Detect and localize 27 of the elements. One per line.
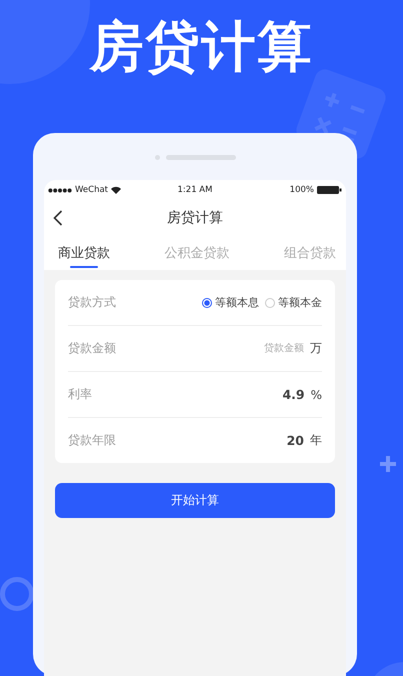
field-label: 贷款方式	[68, 294, 116, 311]
field-label: 利率	[68, 386, 92, 403]
unit-label: 万	[310, 340, 322, 357]
tab-underline	[70, 266, 98, 268]
battery-percent: 100%	[290, 185, 314, 195]
field-label: 贷款年限	[68, 432, 116, 449]
unit-label: %	[310, 388, 322, 402]
plus-icon	[378, 454, 398, 474]
radio-button[interactable]	[202, 298, 212, 308]
wifi-icon	[111, 186, 121, 194]
carrier-name: WeChat	[75, 185, 108, 195]
tab[interactable]: 商业贷款	[58, 235, 110, 270]
option-label: 等额本金	[278, 295, 322, 310]
field-label: 贷款金额	[68, 340, 116, 357]
field-value: 20	[286, 433, 304, 448]
status-time: 1:21 AM	[178, 185, 212, 195]
unit-label: 年	[310, 432, 322, 449]
calculate-button[interactable]: 开始计算	[55, 483, 335, 518]
radio-option[interactable]: 等额本金	[265, 295, 322, 310]
battery-icon	[316, 186, 342, 194]
headline: 房贷计算	[90, 14, 314, 80]
option-label: 等额本息	[215, 295, 259, 310]
page-title: 房贷计算	[167, 208, 223, 226]
signal-icon	[48, 188, 72, 192]
field-value: 4.9	[282, 387, 305, 402]
radio-option[interactable]: 等额本息	[202, 295, 259, 310]
back-icon[interactable]	[53, 210, 63, 226]
